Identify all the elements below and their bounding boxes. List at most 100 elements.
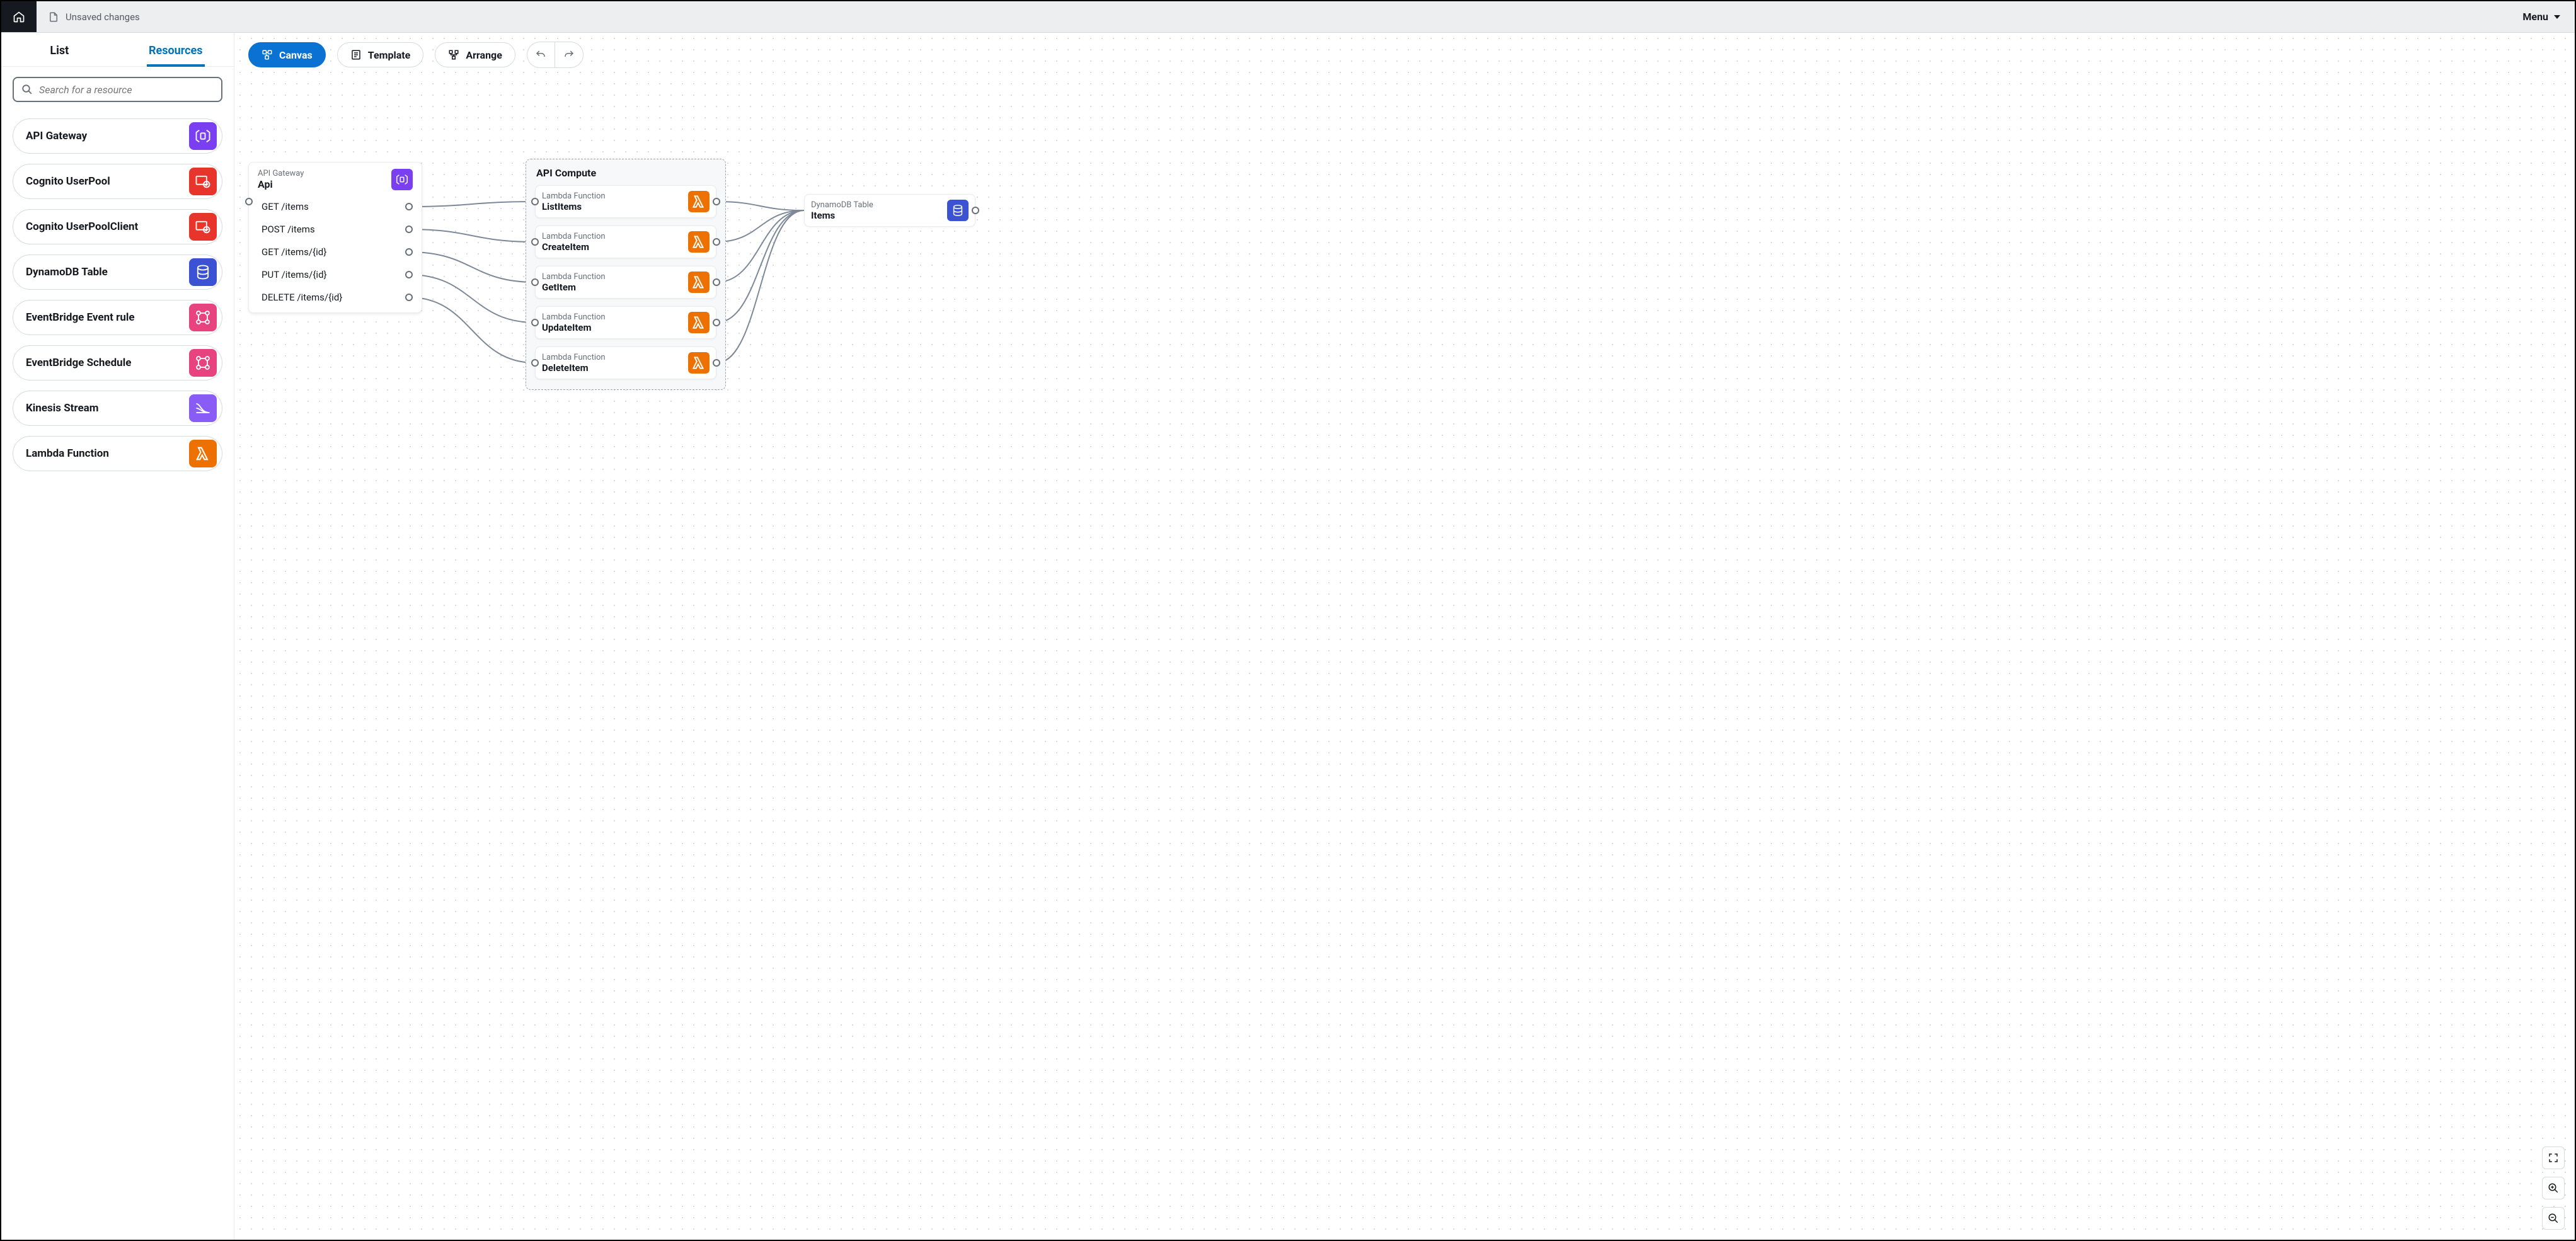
- node-name: DeleteItem: [542, 362, 606, 374]
- port-out[interactable]: [713, 198, 720, 205]
- unsaved-text: Unsaved changes: [66, 11, 140, 23]
- palette-item[interactable]: EventBridge Event rule: [13, 300, 222, 335]
- tab-list[interactable]: List: [1, 33, 118, 66]
- node-name: ListItems: [542, 201, 606, 212]
- port-in[interactable]: [531, 359, 539, 367]
- lambda-icon: [688, 191, 710, 212]
- port-out[interactable]: [405, 248, 413, 256]
- port-out[interactable]: [405, 271, 413, 278]
- node-name: Api: [258, 178, 304, 190]
- port-out[interactable]: [713, 359, 720, 367]
- lambda-icon: [189, 440, 217, 467]
- canvas-icon: [262, 49, 273, 60]
- node-dynamodb[interactable]: DynamoDB Table Items: [804, 194, 975, 227]
- node-type-label: Lambda Function: [542, 272, 606, 282]
- node-lambda[interactable]: Lambda Function ListItems: [535, 185, 716, 218]
- palette-item[interactable]: EventBridge Schedule: [13, 345, 222, 380]
- zoom-in-button[interactable]: [2542, 1177, 2565, 1199]
- palette-item-label: Cognito UserPoolClient: [26, 220, 138, 233]
- node-lambda[interactable]: Lambda Function CreateItem: [535, 226, 716, 258]
- search-input[interactable]: [39, 84, 214, 96]
- palette-item-label: EventBridge Event rule: [26, 311, 135, 324]
- lambda-icon: [688, 272, 710, 293]
- node-type-label: Lambda Function: [542, 353, 606, 362]
- template-button[interactable]: Template: [337, 42, 424, 67]
- route-text: DELETE /items/{id}: [262, 292, 342, 303]
- palette-item[interactable]: Kinesis Stream: [13, 391, 222, 426]
- zoom-controls: [2542, 1147, 2565, 1230]
- api-route[interactable]: PUT /items/{id}: [258, 263, 413, 286]
- sidebar: List Resources API Gateway Cognito UserP…: [1, 33, 234, 1240]
- port-in[interactable]: [531, 198, 539, 205]
- arrange-button-label: Arrange: [466, 49, 502, 61]
- port-in[interactable]: [245, 198, 253, 205]
- undo-redo-group: [527, 42, 584, 68]
- api-route[interactable]: GET /items/{id}: [258, 241, 413, 263]
- canvas-toolbar: Canvas Template Arrange: [248, 42, 584, 68]
- node-lambda[interactable]: Lambda Function GetItem: [535, 266, 716, 299]
- zoom-in-icon: [2548, 1182, 2559, 1194]
- palette-item-label: Kinesis Stream: [26, 402, 99, 415]
- port-in[interactable]: [531, 238, 539, 246]
- api-route[interactable]: DELETE /items/{id}: [258, 286, 413, 309]
- group-api-compute[interactable]: API Compute Lambda Function ListItems La…: [526, 159, 726, 390]
- canvas-button[interactable]: Canvas: [248, 42, 326, 67]
- palette-item[interactable]: Cognito UserPoolClient: [13, 209, 222, 244]
- node-name: UpdateItem: [542, 322, 606, 333]
- palette-item[interactable]: DynamoDB Table: [13, 254, 222, 290]
- redo-button[interactable]: [555, 42, 583, 67]
- menu-button[interactable]: Menu: [2509, 11, 2575, 23]
- palette-item-label: EventBridge Schedule: [26, 357, 131, 369]
- palette-item-label: DynamoDB Table: [26, 266, 108, 278]
- cognito-icon: [189, 213, 217, 241]
- redo-icon: [563, 49, 575, 60]
- sidebar-tabs: List Resources: [1, 33, 234, 67]
- port-in[interactable]: [531, 278, 539, 286]
- undo-button[interactable]: [527, 42, 555, 67]
- palette-item-label: API Gateway: [26, 130, 87, 142]
- node-name: GetItem: [542, 282, 606, 293]
- node-type-label: Lambda Function: [542, 192, 606, 201]
- api-route[interactable]: POST /items: [258, 218, 413, 241]
- search-input-wrap[interactable]: [13, 77, 222, 102]
- home-button[interactable]: [1, 1, 37, 32]
- unsaved-indicator: Unsaved changes: [37, 11, 151, 23]
- port-out[interactable]: [972, 207, 979, 214]
- palette-item[interactable]: Cognito UserPool: [13, 164, 222, 199]
- api-route[interactable]: GET /items: [258, 195, 413, 218]
- palette-item-label: Cognito UserPool: [26, 175, 110, 188]
- dynamo-icon: [189, 258, 217, 286]
- node-type-label: Lambda Function: [542, 312, 606, 322]
- caret-down-icon: [2553, 13, 2561, 21]
- node-lambda[interactable]: Lambda Function UpdateItem: [535, 306, 716, 339]
- apigw-icon: [189, 122, 217, 150]
- port-out[interactable]: [405, 226, 413, 233]
- port-in[interactable]: [531, 319, 539, 326]
- topbar: Unsaved changes Menu: [1, 1, 2575, 33]
- node-lambda[interactable]: Lambda Function DeleteItem: [535, 346, 716, 379]
- group-title: API Compute: [535, 167, 716, 179]
- resource-palette: API Gateway Cognito UserPool Cognito Use…: [1, 108, 234, 1240]
- port-out[interactable]: [713, 278, 720, 286]
- eventbridge-icon: [189, 304, 217, 331]
- zoom-out-button[interactable]: [2542, 1207, 2565, 1230]
- port-out[interactable]: [713, 238, 720, 246]
- route-text: GET /items: [262, 201, 309, 212]
- palette-item[interactable]: API Gateway: [13, 118, 222, 154]
- node-name: Items: [811, 210, 873, 221]
- palette-item[interactable]: Lambda Function: [13, 436, 222, 471]
- lambda-icon: [688, 312, 710, 333]
- port-out[interactable]: [405, 294, 413, 301]
- node-api-gateway[interactable]: API Gateway Api GET /itemsPOST /itemsGET…: [248, 162, 422, 313]
- route-text: PUT /items/{id}: [262, 269, 327, 280]
- dynamodb-icon: [947, 200, 969, 221]
- port-out[interactable]: [405, 203, 413, 210]
- canvas[interactable]: Canvas Template Arrange: [234, 33, 2575, 1240]
- tab-resources[interactable]: Resources: [118, 33, 234, 66]
- route-text: GET /items/{id}: [262, 246, 326, 258]
- menu-label: Menu: [2522, 11, 2548, 23]
- eventbridge-icon: [189, 349, 217, 377]
- fit-screen-button[interactable]: [2542, 1147, 2565, 1169]
- port-out[interactable]: [713, 319, 720, 326]
- arrange-button[interactable]: Arrange: [435, 42, 515, 67]
